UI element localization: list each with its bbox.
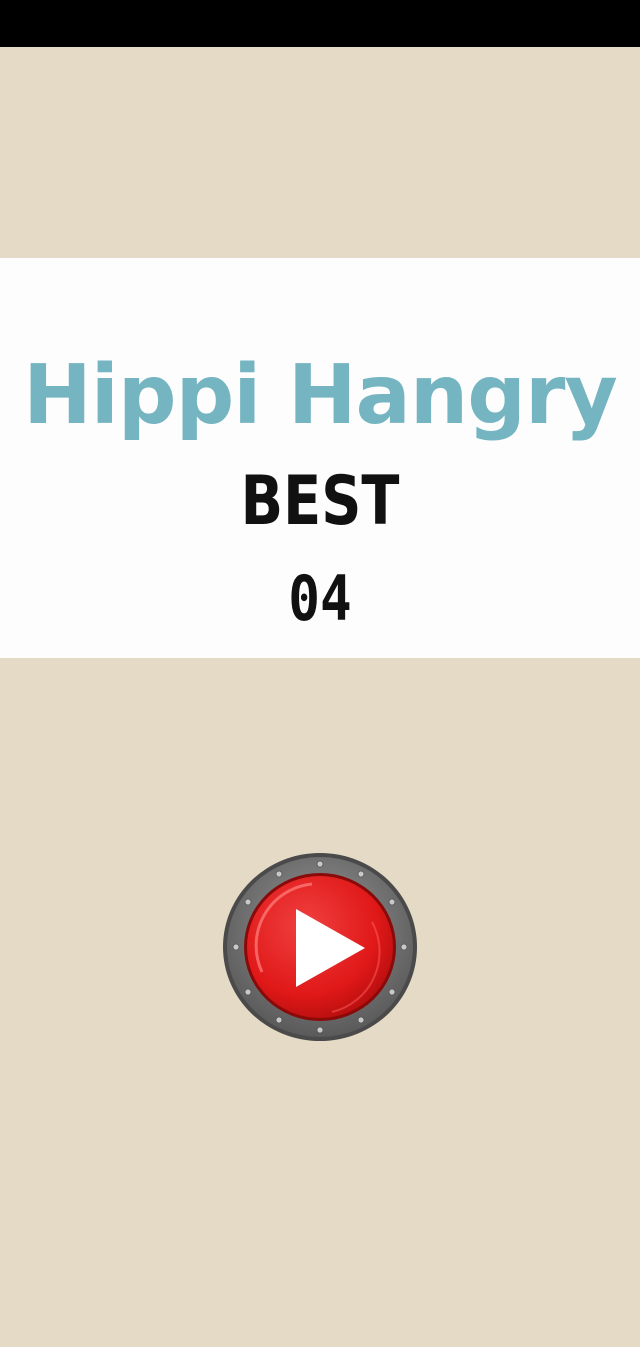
best-label: BEST [240, 462, 400, 541]
play-button[interactable] [222, 852, 418, 1042]
play-icon [223, 853, 417, 1041]
status-bar [0, 0, 640, 47]
best-score: 04 [288, 562, 352, 635]
game-title: Hippi Hangry [23, 348, 618, 443]
